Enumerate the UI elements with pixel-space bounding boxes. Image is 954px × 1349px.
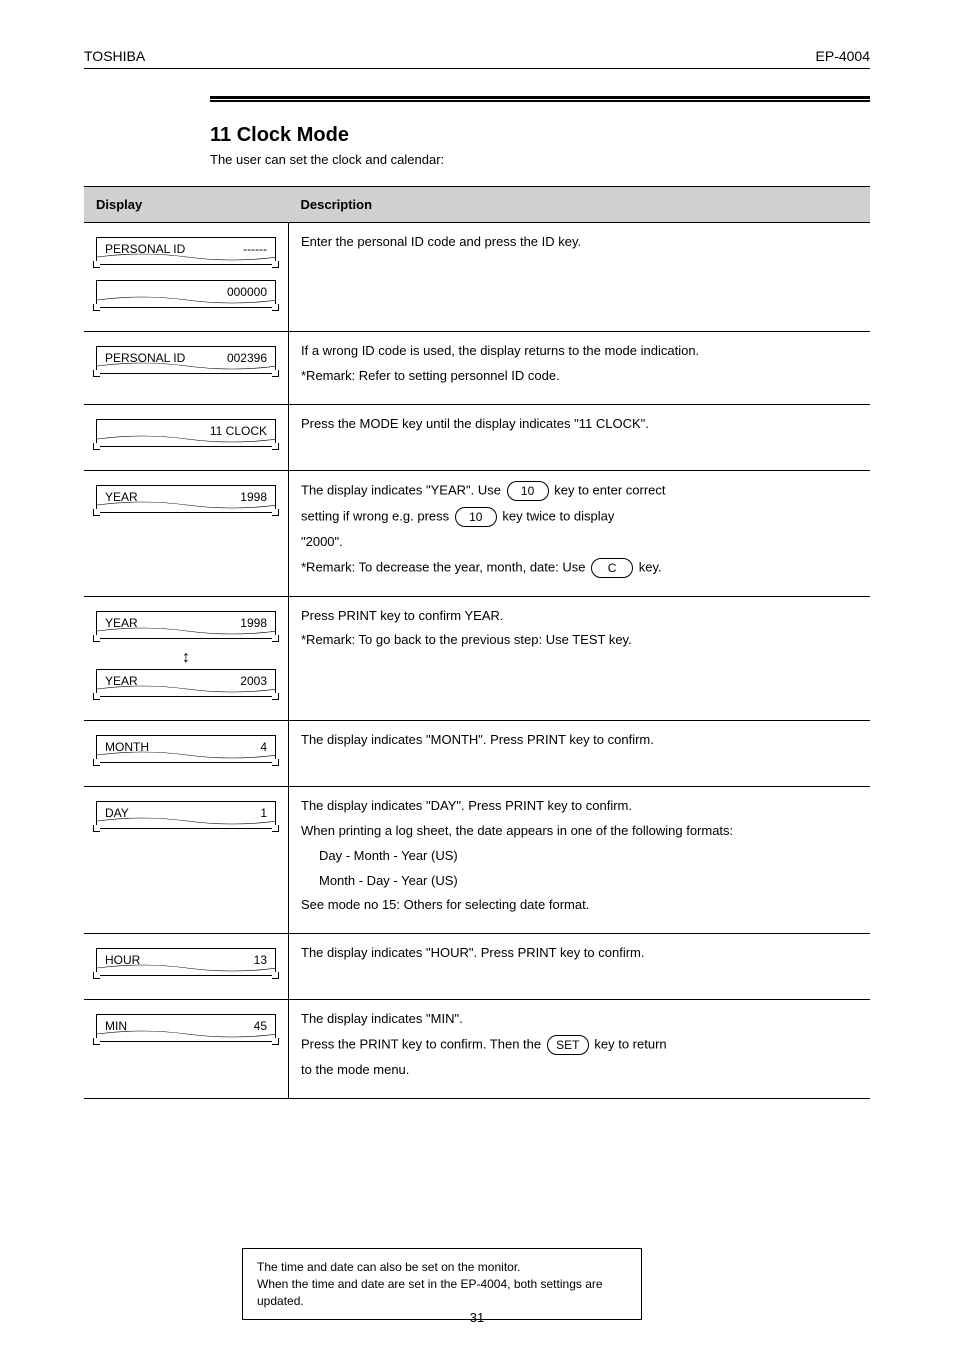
page-number: 31 <box>0 1310 954 1325</box>
lcd-display: HOUR 13 <box>96 948 276 976</box>
header-model: EP-4004 <box>816 48 870 64</box>
lcd-display: 000000 <box>96 280 276 308</box>
key-set: SET <box>547 1035 589 1055</box>
lcd-display: MONTH 4 <box>96 735 276 763</box>
table-row: MONTH 4 The display indicates "MONTH". P… <box>84 721 870 787</box>
table-desc: Press PRINT key to confirm YEAR. *Remark… <box>289 596 871 721</box>
table-desc: The display indicates "MONTH". Press PRI… <box>289 721 871 787</box>
lcd-display: YEAR 1998 <box>96 485 276 513</box>
table-row: 11 CLOCK Press the MODE key until the di… <box>84 404 870 470</box>
table-row: HOUR 13 The display indicates "HOUR". Pr… <box>84 934 870 1000</box>
table-row: DAY 1 The display indicates "DAY". Press… <box>84 787 870 934</box>
lcd-display: YEAR 1998 <box>96 611 276 639</box>
lcd-display: YEAR 2003 <box>96 669 276 697</box>
table-desc: The display indicates "DAY". Press PRINT… <box>289 787 871 934</box>
section-title: 11 Clock Mode <box>210 124 349 147</box>
lcd-display: MIN 45 <box>96 1014 276 1042</box>
note-line: The time and date can also be set on the… <box>257 1259 627 1276</box>
key-c: C <box>591 558 633 578</box>
table-row: PERSONAL ID 002396 If a wrong ID code is… <box>84 332 870 405</box>
table-row: YEAR 1998 The display indicates "YEAR". … <box>84 470 870 596</box>
note-line: When the time and date are set in the EP… <box>257 1276 627 1310</box>
table-header-display: Display <box>84 187 289 223</box>
table-header-desc: Description <box>289 187 871 223</box>
table-desc: Press the MODE key until the display ind… <box>289 404 871 470</box>
lcd-display: PERSONAL ID ------ <box>96 237 276 265</box>
lcd-display: 11 CLOCK <box>96 419 276 447</box>
header-company: TOSHIBA <box>84 48 145 64</box>
table-desc: The display indicates "HOUR". Press PRIN… <box>289 934 871 1000</box>
table-row: YEAR 1998 ↕ YEAR 2003 Press PRINT key to… <box>84 596 870 721</box>
section-double-rule <box>210 96 870 102</box>
page-header: TOSHIBA EP-4004 <box>84 48 870 64</box>
table-desc: The display indicates "YEAR". Use 10 key… <box>289 470 871 596</box>
table-desc: If a wrong ID code is used, the display … <box>289 332 871 405</box>
key-10: 10 <box>507 481 549 501</box>
clock-mode-table: Display Description PERSONAL ID ------ 0… <box>84 186 870 1099</box>
table-desc: Enter the personal ID code and press the… <box>289 223 871 332</box>
section-intro: The user can set the clock and calendar: <box>210 152 444 167</box>
updown-arrow-icon: ↕ <box>182 651 190 665</box>
table-desc: The display indicates "MIN". Press the P… <box>289 1000 871 1099</box>
key-10: 10 <box>455 507 497 527</box>
table-row: MIN 45 The display indicates "MIN". Pres… <box>84 1000 870 1099</box>
table-row: PERSONAL ID ------ 000000 Enter the pers… <box>84 223 870 332</box>
lcd-display: DAY 1 <box>96 801 276 829</box>
lcd-display: PERSONAL ID 002396 <box>96 346 276 374</box>
header-rule <box>84 68 870 69</box>
